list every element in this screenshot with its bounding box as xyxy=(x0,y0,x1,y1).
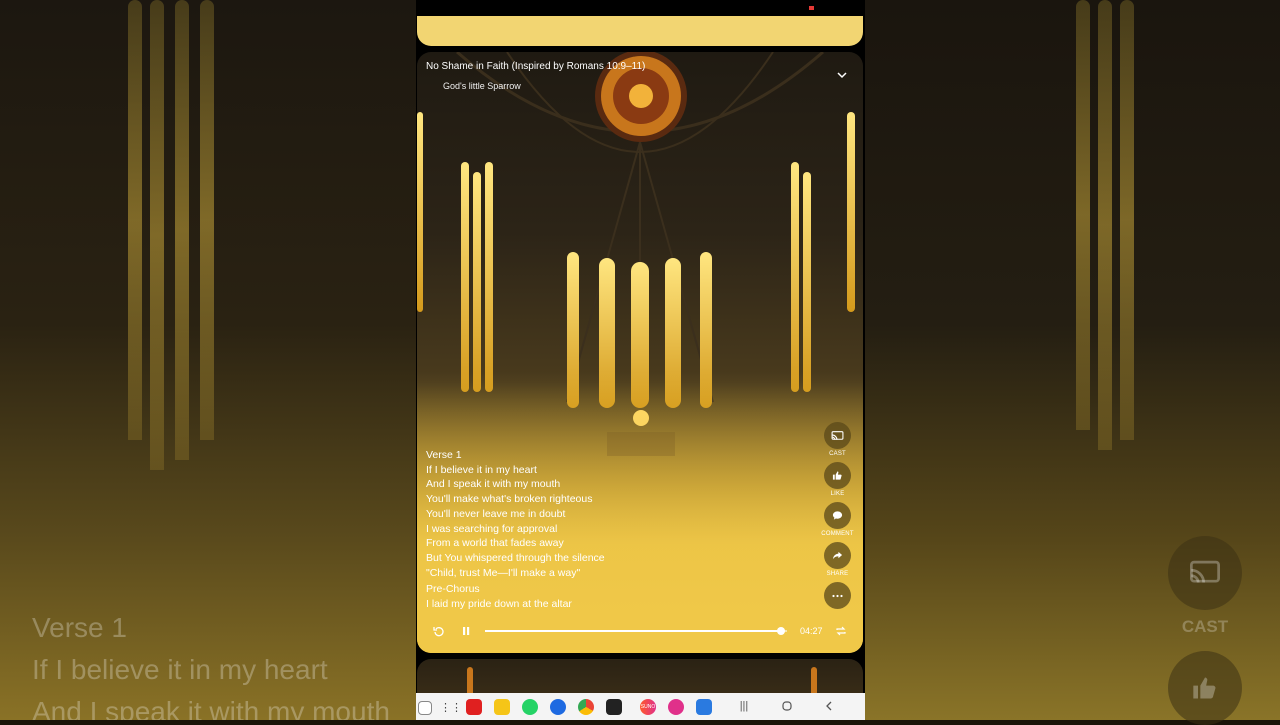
back-nav-icon[interactable] xyxy=(821,698,837,714)
background-like-icon xyxy=(1168,651,1242,725)
chrome-icon[interactable] xyxy=(578,699,594,715)
whatsapp-icon[interactable] xyxy=(522,699,538,715)
suno-icon[interactable]: SUNO xyxy=(640,699,656,715)
3d-box-app-icon[interactable] xyxy=(696,699,712,715)
background-cast-label: CAST xyxy=(1181,617,1229,636)
screenshot-icon[interactable] xyxy=(418,701,432,715)
background-left: Verse 1 If I believe it in my heart And … xyxy=(0,0,416,720)
recents-nav-icon[interactable]: ||| xyxy=(736,698,752,714)
player-controls: 04:27 xyxy=(417,617,863,645)
lyrics-panel: Verse 1 If I believe it in my heart And … xyxy=(426,448,796,612)
song-card: No Shame in Faith (Inspired by Romans 10… xyxy=(417,52,863,653)
thumbs-up-icon xyxy=(832,471,842,480)
app-window: No Shame in Faith (Inspired by Romans 10… xyxy=(416,0,865,720)
lyric-line: And I speak it with my mouth xyxy=(426,478,561,491)
messages-icon[interactable] xyxy=(550,699,566,715)
background-lyric: And I speak it with my mouth xyxy=(32,696,390,720)
progress-handle[interactable] xyxy=(776,627,785,635)
share-label: SHARE xyxy=(826,571,849,577)
home-nav-icon[interactable] xyxy=(779,698,795,714)
red-app-icon[interactable] xyxy=(466,699,482,715)
artist-name[interactable]: God's little Sparrow xyxy=(443,81,521,91)
like-label: LIKE xyxy=(830,491,845,497)
pause-icon[interactable] xyxy=(460,625,472,637)
comment-icon xyxy=(832,511,843,520)
background-window xyxy=(200,0,214,440)
lyric-line: I laid my pride down at the altar xyxy=(426,598,572,611)
duration-label: 04:27 xyxy=(800,626,823,636)
background-window xyxy=(1120,0,1134,440)
background-lyric: If I believe it in my heart xyxy=(32,654,328,685)
lyric-line: I was searching for approval xyxy=(426,522,558,535)
background-window xyxy=(128,0,142,440)
notification-dot xyxy=(809,6,814,10)
like-button[interactable] xyxy=(824,462,851,489)
background-right xyxy=(864,0,1280,720)
taskbar: ⋮⋮ SUNO ||| xyxy=(416,693,865,720)
lyric-line: You'll make what's broken righteous xyxy=(426,493,593,506)
lyric-line: You'll never leave me in doubt xyxy=(426,507,566,520)
lyric-line: If I believe it in my heart xyxy=(426,463,537,476)
song-title[interactable]: No Shame in Faith (Inspired by Romans 10… xyxy=(426,61,645,72)
lyric-section-header: Verse 1 xyxy=(426,449,462,461)
previous-song-card[interactable] xyxy=(417,16,863,46)
lyric-line: From a world that fades away xyxy=(426,537,564,550)
cast-label: CAST xyxy=(829,451,846,457)
comment-label: COMMENT xyxy=(821,531,854,537)
app-drawer-icon[interactable]: ⋮⋮ xyxy=(440,699,462,715)
cast-button[interactable] xyxy=(824,422,851,449)
lyric-section-header: Pre-Chorus xyxy=(426,583,480,596)
background-lyric: Verse 1 xyxy=(32,612,127,643)
background-window xyxy=(175,0,189,460)
camera-icon[interactable] xyxy=(606,699,622,715)
share-icon xyxy=(832,551,843,560)
comment-button[interactable] xyxy=(824,502,851,529)
files-app-icon[interactable] xyxy=(494,699,510,715)
cast-icon xyxy=(831,430,844,440)
background-cast-icon xyxy=(1168,536,1242,610)
lyric-line: "Child, trust Me—I'll make a way" xyxy=(426,566,581,579)
background-window xyxy=(1098,0,1112,450)
replay-icon[interactable] xyxy=(433,625,445,637)
chevron-down-icon[interactable] xyxy=(835,68,849,82)
progress-fill xyxy=(485,630,781,632)
background-window xyxy=(1076,0,1090,430)
background-window xyxy=(150,0,164,470)
lyric-line: But You whispered through the silence xyxy=(426,551,605,564)
flower-app-icon[interactable] xyxy=(668,699,684,715)
progress-bar[interactable] xyxy=(485,627,787,635)
repeat-icon[interactable] xyxy=(835,625,847,637)
share-button[interactable] xyxy=(824,542,851,569)
status-bar xyxy=(416,0,865,16)
more-icon xyxy=(832,594,843,597)
more-options-button[interactable] xyxy=(824,582,851,609)
